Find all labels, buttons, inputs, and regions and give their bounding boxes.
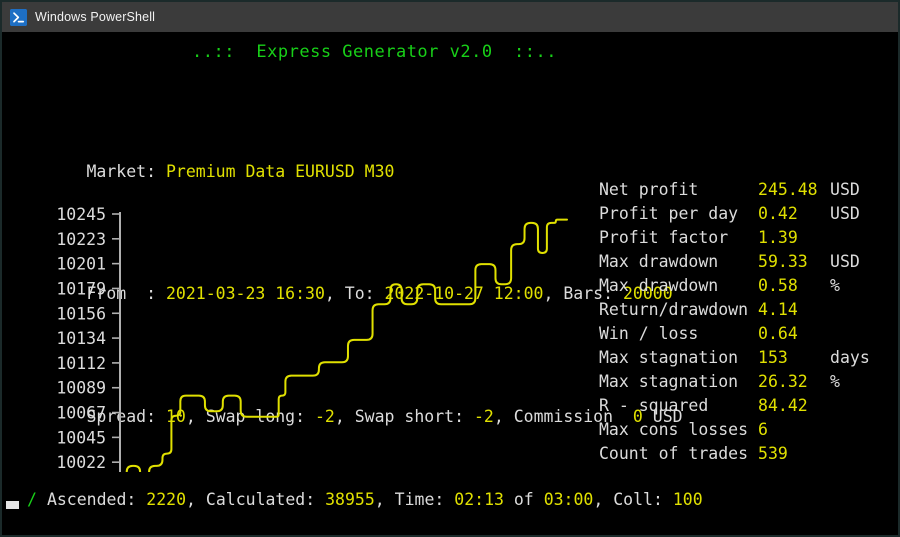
stats-unit	[830, 298, 870, 322]
y-axis-tick-label: 10156	[56, 304, 106, 323]
stats-label: Max cons losses	[599, 420, 749, 439]
stats-label: Profit per day	[599, 204, 739, 223]
stats-unit	[830, 322, 870, 346]
stats-unit: %	[830, 372, 840, 391]
y-axis-tick-label: 10245	[56, 205, 106, 224]
calculated-value: 38955	[325, 490, 375, 509]
stats-unit: USD	[830, 180, 860, 199]
coll-value: 100	[672, 490, 703, 509]
stats-row: Return/drawdown 4.14	[599, 298, 870, 322]
y-axis-tick-label: 10089	[56, 379, 106, 398]
ascended-label: Ascended:	[46, 490, 137, 509]
stats-value: 26.32	[758, 372, 808, 391]
y-axis-tick-label: 10134	[56, 329, 106, 348]
time-label: , Time:	[374, 490, 445, 509]
stats-label: Net profit	[599, 180, 699, 199]
stats-label: Max drawdown	[599, 252, 719, 271]
y-axis-tick-label: 10179	[56, 279, 106, 298]
stats-value: 1.39	[758, 228, 798, 247]
stats-row: Win / loss 0.64	[599, 322, 870, 346]
stats-row: Max drawdown 59.33 USD	[599, 250, 870, 274]
stats-unit: USD	[830, 204, 860, 223]
terminal-cursor	[6, 501, 19, 509]
stats-value: 0.42	[758, 204, 798, 223]
stats-row: Profit per day 0.42 USD	[599, 202, 870, 226]
time-total: 03:00	[543, 490, 594, 509]
stats-value: 539	[758, 444, 788, 463]
coll-label: , Coll:	[593, 490, 663, 509]
stats-unit: days	[830, 348, 870, 367]
app-banner: ..:: Express Generator v2.0 ::..	[192, 42, 557, 62]
stats-unit	[830, 394, 870, 418]
stats-label: Return/drawdown	[599, 300, 749, 319]
equity-curve-path	[125, 218, 568, 472]
stats-unit	[830, 442, 870, 466]
time-value: 02:13	[454, 490, 504, 509]
y-axis-tick-marks	[112, 213, 120, 463]
stats-row: Max cons losses 6	[599, 418, 870, 442]
y-axis-tick-label: 10045	[56, 428, 106, 447]
stats-row: Max stagnation 26.32%	[599, 370, 870, 394]
statistics-table: Net profit 245.48 USD Profit per day 0.42 USD…	[599, 178, 870, 466]
stats-label: Max stagnation	[599, 348, 739, 367]
stats-unit: %	[830, 276, 840, 295]
stats-value: 59.33	[758, 252, 808, 271]
equity-curve-svg: 10245 10223 10201 10179 10156 10134 10112 10089…	[56, 205, 568, 472]
stats-unit	[830, 226, 870, 250]
y-axis-tick-labels: 10245 10223 10201 10179 10156 10134 10112 10089…	[56, 205, 106, 472]
time-of-label: of	[513, 490, 534, 509]
stats-value: 84.42	[758, 396, 808, 415]
ascended-value: 2220	[146, 490, 187, 509]
stats-value: 245.48	[758, 180, 818, 199]
stats-row: Profit factor 1.39	[599, 226, 870, 250]
y-axis-tick-label: 10201	[56, 255, 106, 274]
y-axis-tick-label: 10022	[56, 453, 106, 472]
stats-value: 0.64	[758, 324, 798, 343]
y-axis-tick-label: 10067	[56, 404, 106, 423]
stats-unit	[830, 418, 870, 442]
stats-label: Max drawdown	[599, 276, 719, 295]
stats-label: Profit factor	[599, 228, 729, 247]
stats-value: 4.14	[758, 300, 798, 319]
console-output[interactable]: ..:: Express Generator v2.0 ::.. Market:…	[2, 32, 898, 535]
powershell-window: Windows PowerShell ..:: Express Generato…	[0, 0, 900, 537]
stats-label: Win / loss	[599, 324, 699, 343]
stats-unit: USD	[830, 252, 860, 271]
stats-row: Count of trades 539	[599, 442, 870, 466]
stats-row: Max drawdown 0.58%	[599, 274, 870, 298]
calculated-label: , Calculated:	[186, 490, 316, 509]
stats-value: 153	[758, 348, 788, 367]
stats-value: 6	[758, 420, 768, 439]
y-axis-tick-label: 10112	[56, 354, 106, 373]
window-title: Windows PowerShell	[35, 10, 156, 24]
stats-value: 0.58	[758, 276, 798, 295]
window-titlebar[interactable]: Windows PowerShell	[2, 2, 898, 32]
stats-row: R - squared 84.42	[599, 394, 870, 418]
stats-label: Max stagnation	[599, 372, 739, 391]
powershell-icon	[10, 8, 27, 26]
spinner-icon: /	[27, 490, 37, 509]
statistics-panel: Net profit 245.48 USD Profit per day 0.42 USD…	[599, 178, 870, 466]
stats-label: R - squared	[599, 396, 709, 415]
stats-row: Net profit 245.48 USD	[599, 178, 870, 202]
status-line: / Ascended: 2220, Calculated: 38955, Tim…	[2, 488, 703, 512]
y-axis-tick-label: 10223	[56, 230, 106, 249]
stats-row: Max stagnation 153 days	[599, 346, 870, 370]
stats-label: Count of trades	[599, 444, 749, 463]
equity-curve-chart: 10245 10223 10201 10179 10156 10134 10112 10089…	[2, 172, 602, 472]
